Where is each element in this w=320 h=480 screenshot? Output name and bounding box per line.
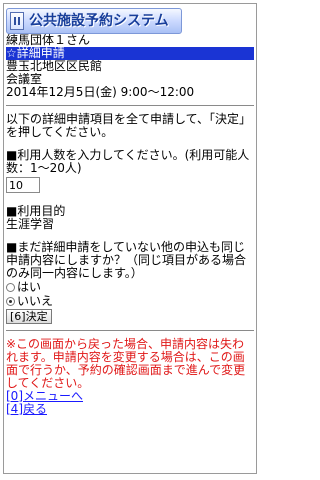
- facility-name: 豊玉北地区区民館: [6, 60, 103, 73]
- bottom-divider: [6, 330, 254, 331]
- current-step: ☆詳細申請: [6, 47, 254, 60]
- building-logo-icon: [10, 12, 24, 30]
- top-divider: [6, 105, 254, 106]
- purpose-value: 生涯学習: [6, 217, 55, 231]
- warning-text: ※この画面から戻った場合、申請内容は失われます。申請内容を変更する場合は、この画…: [6, 337, 246, 390]
- submit-button[interactable]: [6]決定: [6, 309, 52, 324]
- radio-no-label: いいえ: [17, 293, 54, 308]
- back-link[interactable]: [4]戻る: [6, 403, 254, 416]
- page-frame: 公共施設予約システム 練馬団体１さん ☆詳細申請 豊玉北地区区民館 会議室 20…: [3, 3, 257, 474]
- reservation-datetime: 2014年12月5日(金) 9:00～12:00: [6, 86, 195, 99]
- usage-count-label: ■利用人数を入力してください。(利用可能人数：1～20人): [6, 148, 250, 175]
- radio-yes-label: はい: [17, 279, 42, 294]
- room-name: 会議室: [6, 73, 43, 86]
- radio-option-no[interactable]: いいえ: [6, 294, 254, 308]
- radio-option-yes[interactable]: はい: [6, 280, 254, 294]
- radio-yes[interactable]: [6, 282, 15, 292]
- same-content-question: ■まだ詳細申請をしていない他の申込も同じ申請内容にしますか？（同じ項目がある場合…: [6, 240, 247, 280]
- system-header: 公共施設予約システム: [6, 8, 182, 34]
- system-title: 公共施設予約システム: [29, 13, 169, 29]
- instructions-text: 以下の詳細申請項目を全て申請して、「決定」を押してください。: [6, 112, 252, 139]
- radio-no[interactable]: [6, 296, 15, 306]
- usage-count-input[interactable]: [6, 177, 40, 193]
